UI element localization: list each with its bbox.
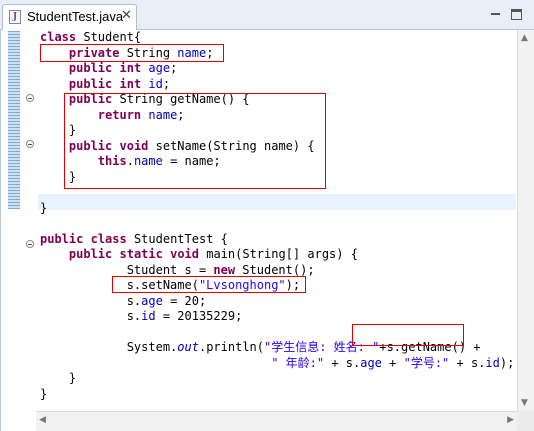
code-token: class	[40, 30, 77, 44]
code-token: public	[68, 61, 113, 75]
code-token: StudentTest {	[126, 231, 228, 246]
minimize-icon[interactable]	[490, 9, 501, 20]
highlight-box-setname	[112, 276, 306, 293]
highlight-box-field	[40, 44, 224, 62]
code-token: " 年龄:"	[271, 355, 325, 370]
scroll-up-icon[interactable]: ▲	[521, 33, 528, 43]
code-token: );	[499, 355, 515, 370]
code-token: Student s =	[40, 262, 214, 277]
code-line[interactable]: s.id = 20135229;	[40, 309, 514, 325]
highlight-box-getname	[352, 324, 464, 346]
code-token: static	[119, 247, 163, 261]
fold-getname-icon[interactable]	[26, 94, 34, 102]
vertical-scrollbar[interactable]: ▲ ▼	[517, 30, 534, 411]
code-line[interactable]: }	[40, 387, 514, 403]
code-token: }	[40, 371, 77, 385]
folding-gutter	[22, 30, 40, 410]
scrollbar-corner	[517, 411, 534, 431]
code-token: = 20;	[162, 293, 207, 308]
code-line[interactable]: }	[40, 371, 514, 387]
close-icon[interactable]: ✕	[121, 8, 132, 24]
code-line[interactable]: public int age;	[40, 61, 514, 77]
code-line[interactable]: public class StudentTest {	[40, 232, 514, 248]
code-token: Student();	[235, 262, 315, 277]
code-token: out	[177, 340, 199, 354]
code-token: new	[213, 262, 236, 277]
code-token: public	[68, 247, 113, 261]
code-token: s.	[40, 309, 142, 323]
code-token: }	[40, 200, 48, 215]
code-token: ;	[170, 61, 178, 75]
tab-title: StudentTest.java	[27, 9, 124, 24]
code-token: Student{	[76, 30, 142, 44]
code-token: s.	[40, 293, 142, 308]
tab-studenttest-java[interactable]: J StudentTest.java ✕	[2, 4, 137, 30]
code-line[interactable]: " 年龄:" + s.age + "学号:" + s.id);	[40, 356, 514, 372]
code-token: id	[141, 309, 156, 323]
code-token: int	[119, 76, 142, 91]
code-token: +	[381, 355, 404, 370]
code-token: }	[40, 386, 48, 401]
java-file-icon: J	[9, 10, 21, 24]
code-token: class	[90, 231, 127, 246]
fold-setname-icon[interactable]	[26, 140, 34, 148]
code-token: ;	[162, 76, 171, 91]
code-line[interactable]: public static void main(String[] args) {	[40, 247, 514, 263]
code-token: public	[68, 76, 113, 91]
code-token: main(String[] args) {	[199, 247, 358, 261]
fold-main-icon[interactable]	[26, 240, 34, 248]
code-token: + s.	[324, 355, 361, 370]
code-text[interactable]: class Student{ private String name; publ…	[40, 30, 514, 402]
code-token: int	[119, 61, 142, 75]
code-token: id	[485, 355, 500, 370]
code-line[interactable]	[40, 216, 514, 232]
editor-tab-bar: J StudentTest.java ✕	[0, 0, 534, 30]
scroll-left-icon[interactable]: ◀	[39, 415, 46, 425]
code-token: id	[148, 76, 163, 91]
code-token: = 20135229;	[155, 309, 243, 323]
scroll-right-icon[interactable]: ▶	[507, 415, 514, 425]
code-token: "学号:"	[403, 355, 450, 370]
code-token: age	[148, 61, 171, 75]
code-token: age	[360, 355, 382, 370]
code-line[interactable]: public int id;	[40, 77, 514, 93]
maximize-icon[interactable]	[511, 9, 522, 20]
code-line[interactable]: }	[40, 201, 514, 217]
code-token: + s.	[449, 355, 486, 370]
code-token: .println(	[198, 340, 264, 354]
change-ruler	[8, 31, 20, 209]
code-token: public	[40, 231, 84, 246]
scroll-down-icon[interactable]: ▼	[521, 398, 528, 408]
code-token: age	[141, 293, 163, 308]
horizontal-scrollbar[interactable]: ◀ ▶	[36, 411, 517, 431]
highlight-box-methods	[64, 93, 326, 189]
code-token: void	[170, 247, 199, 261]
code-token: System.	[40, 340, 178, 354]
code-line[interactable]: s.age = 20;	[40, 294, 514, 310]
